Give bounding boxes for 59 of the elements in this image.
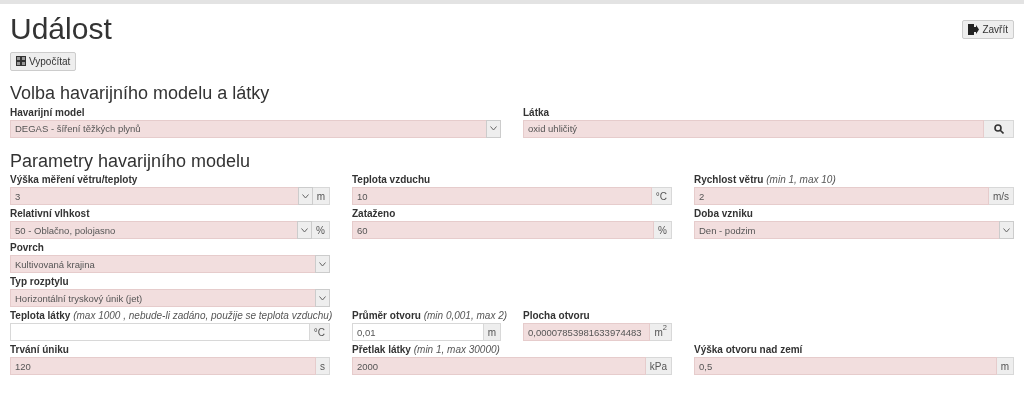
close-button[interactable]: Zavřít (962, 20, 1014, 39)
section-heading: Parametry havarijního modelu (10, 150, 252, 173)
caret-icon (301, 193, 309, 199)
unit-label: °C (309, 323, 330, 342)
hint-text: (min 1, max 30000) (413, 344, 500, 356)
unit-label: kPa (645, 357, 672, 376)
input-field[interactable]: 0,5 (694, 357, 997, 376)
input-field[interactable]: 0,01 (352, 323, 484, 342)
input-field[interactable]: 2000 (352, 357, 646, 376)
section-heading: Volba havarijního modelu a látky (10, 83, 271, 105)
hint-text: (max 1000 , nebude-li zadáno, použije se teplota vzduchu) (73, 310, 333, 322)
field-label: Teplota látky (10, 310, 71, 322)
input-field[interactable]: 60 (352, 221, 655, 240)
unit-label: % (312, 221, 330, 240)
door-exit-icon (968, 24, 980, 35)
dropdown-field[interactable]: 3 (10, 187, 299, 206)
hint-text: (min 0,001, max 2) (423, 310, 508, 322)
dropdown-field[interactable]: 50 - Oblačno, polojasno (10, 221, 299, 240)
calculator-icon (16, 56, 26, 66)
caret-icon (319, 295, 326, 301)
hint-text: (min 1, max 10) (766, 174, 836, 186)
field-label: Látka (523, 106, 550, 118)
input-field[interactable]: 2 (694, 187, 989, 206)
field-label: Trvání úniku (10, 344, 69, 356)
input-field[interactable]: 10 (352, 187, 652, 206)
search-icon (993, 123, 1004, 134)
caret-icon (490, 126, 497, 132)
field-label: Výška otvoru nad zemí (694, 344, 803, 356)
search-field[interactable]: oxid uhličitý (523, 119, 984, 138)
field-label: Rychlost větru (694, 174, 764, 186)
caret-icon (1003, 227, 1010, 233)
field-label: Zataženo (352, 208, 396, 220)
caret-icon (319, 261, 326, 267)
field-label: Průměr otvoru (352, 310, 421, 322)
field-label: Doba vzniku (694, 208, 753, 220)
unit-label: m$^{2}$ (650, 323, 672, 342)
dropdown-field[interactable]: Horizontální tryskový únik (jet) (10, 289, 316, 308)
input-field[interactable]: 0,00007853981633974483 (523, 323, 651, 342)
field-label: Výška měření větru/teploty (10, 174, 138, 186)
field-label: Relativní vlhkost (10, 208, 90, 220)
input-field[interactable] (10, 323, 310, 342)
compute-button[interactable]: Vypočítat (10, 51, 77, 71)
field-label: Havarijní model (10, 106, 85, 118)
input-field[interactable]: 120 (10, 357, 316, 376)
dropdown-field[interactable]: Den - podzim (694, 221, 1000, 240)
unit-label: m/s (988, 187, 1014, 206)
field-label: Povrch (10, 242, 44, 254)
dropdown-field[interactable]: DEGAS - šíření těžkých plynů (10, 119, 487, 138)
caret-icon (301, 227, 309, 233)
unit-label: % (654, 221, 672, 240)
field-label: Typ rozptylu (10, 276, 69, 288)
unit-label: s (316, 357, 330, 376)
page-title: Událost (10, 12, 112, 45)
search-button[interactable] (984, 119, 1014, 138)
field-label: Přetlak látky (352, 344, 411, 356)
field-label: Plocha otvoru (523, 310, 590, 322)
dropdown-field[interactable]: Kultivovaná krajina (10, 255, 316, 274)
field-label: Teplota vzduchu (352, 174, 431, 186)
unit-label: °C (651, 187, 672, 206)
